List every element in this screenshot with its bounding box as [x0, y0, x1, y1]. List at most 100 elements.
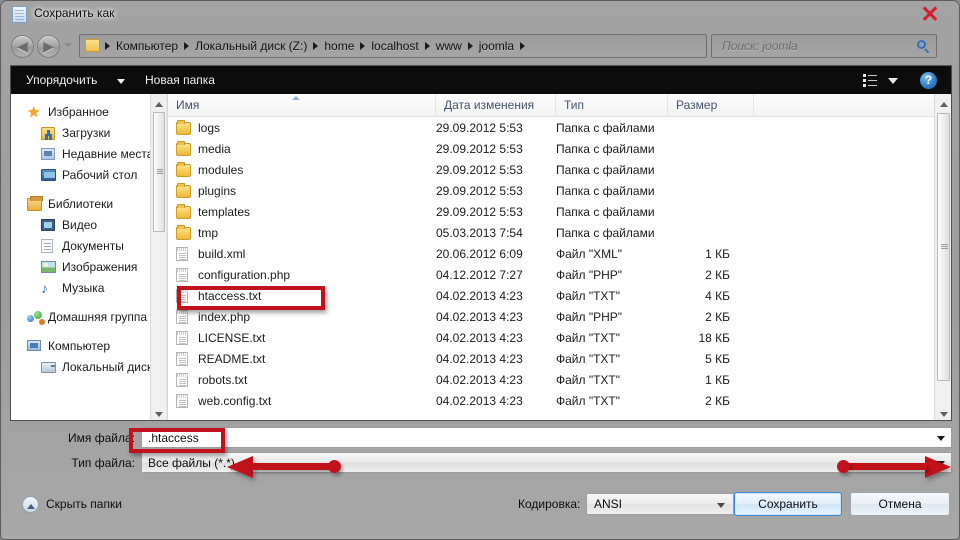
back-button[interactable]: ◀ — [11, 35, 34, 58]
sort-ascending-icon — [292, 96, 300, 100]
sidebar-item-pictures[interactable]: Изображения — [11, 257, 166, 278]
scroll-down-icon[interactable] — [935, 404, 951, 420]
column-header-size[interactable]: Размер — [668, 94, 754, 117]
chevron-down-icon[interactable] — [717, 503, 725, 508]
cell-date: 04.02.2013 4:23 — [436, 310, 523, 324]
column-header-date[interactable]: Дата изменения — [436, 94, 556, 117]
close-icon[interactable]: ✕ — [918, 1, 942, 27]
filetype-value: Все файлы (*.*) — [148, 456, 235, 470]
breadcrumb-separator-icon — [184, 42, 190, 50]
table-row[interactable]: plugins 29.09.2012 5:53 Папка с файлами — [168, 181, 951, 202]
libraries-icon — [27, 196, 43, 211]
cell-type: Папка с файлами — [556, 121, 655, 135]
filetype-select[interactable]: Все файлы (*.*) — [141, 452, 952, 473]
table-row[interactable]: modules 29.09.2012 5:53 Папка с файлами — [168, 160, 951, 181]
scroll-up-icon[interactable] — [151, 94, 166, 110]
file-icon — [176, 331, 189, 345]
encoding-label: Кодировка: — [518, 497, 581, 511]
sidebar-item-desktop[interactable]: Рабочий стол — [11, 165, 166, 186]
breadcrumb-item-localhost[interactable]: localhost — [366, 39, 423, 53]
navigation-pane: ★ Избранное Загрузки Недавние места Рабо… — [11, 94, 166, 420]
cell-name: web.config.txt — [198, 394, 272, 408]
dialog-body: ★ Избранное Загрузки Недавние места Рабо… — [10, 94, 952, 421]
filename-input[interactable]: .htaccess — [141, 427, 952, 448]
chevron-up-circle-icon — [22, 496, 39, 513]
recent-locations-chevron-down-icon[interactable] — [64, 43, 72, 47]
computer-icon — [27, 340, 41, 351]
table-row[interactable]: media 29.09.2012 5:53 Папка с файлами — [168, 139, 951, 160]
table-row[interactable]: templates 29.09.2012 5:53 Папка с файлами — [168, 202, 951, 223]
chevron-down-icon[interactable] — [937, 436, 945, 441]
table-row[interactable]: htaccess.txt 04.02.2013 4:23 Файл "TXT" 4 К… — [168, 286, 951, 307]
file-list-scrollbar[interactable] — [934, 94, 951, 420]
breadcrumb-item-www[interactable]: www — [431, 39, 467, 53]
list-view-icon[interactable] — [863, 74, 879, 88]
chevron-down-icon[interactable] — [117, 79, 125, 84]
sidebar-item-computer[interactable]: Компьютер — [11, 336, 166, 357]
sidebar-item-documents[interactable]: Документы — [11, 236, 166, 257]
column-header-type[interactable]: Тип — [556, 94, 668, 117]
scrollbar-thumb[interactable] — [937, 113, 950, 381]
table-row[interactable]: configuration.php 04.12.2012 7:27 Файл "PH… — [168, 265, 951, 286]
organize-button[interactable]: Упорядочить — [26, 73, 97, 87]
table-row[interactable]: index.php 04.02.2013 4:23 Файл "PHP" 2 КБ — [168, 307, 951, 328]
scrollbar-thumb[interactable] — [153, 112, 165, 232]
sidebar-item-music[interactable]: ♪ Музыка — [11, 278, 166, 299]
sidebar-item-recent-places[interactable]: Недавние места — [11, 144, 166, 165]
sidebar-item-local-disk[interactable]: Локальный диск — [11, 357, 166, 378]
table-row[interactable]: README.txt 04.02.2013 4:23 Файл "TXT" 5 КБ — [168, 349, 951, 370]
dialog-fields: Имя файла: .htaccess Тип файла: Все файл… — [10, 425, 952, 531]
cell-date: 20.06.2012 6:09 — [436, 247, 523, 261]
scroll-down-icon[interactable] — [151, 404, 166, 420]
breadcrumb-item-computer[interactable]: Компьютер — [111, 39, 183, 53]
cell-name: logs — [198, 121, 221, 135]
column-header-name[interactable]: Имя — [168, 94, 436, 117]
cell-name: modules — [198, 163, 244, 177]
breadcrumb-item-local-disk[interactable]: Локальный диск (Z:) — [190, 39, 312, 53]
sidebar-item-favorites[interactable]: ★ Избранное — [11, 102, 166, 123]
chevron-down-icon[interactable] — [937, 461, 945, 466]
cell-date: 29.09.2012 5:53 — [436, 184, 523, 198]
breadcrumb-item-home[interactable]: home — [319, 39, 359, 53]
forward-button[interactable]: ▶ — [37, 35, 60, 58]
cancel-button[interactable]: Отмена — [850, 492, 950, 516]
search-input[interactable]: Поиск: joomla — [711, 34, 937, 58]
cell-date: 05.03.2013 7:54 — [436, 226, 523, 240]
sidebar-item-video[interactable]: Видео — [11, 215, 166, 236]
scroll-up-icon[interactable] — [935, 94, 951, 110]
sidebar-item-homegroup[interactable]: Домашняя группа — [11, 307, 166, 328]
encoding-select[interactable]: ANSI — [586, 493, 734, 515]
table-row[interactable]: logs 29.09.2012 5:53 Папка с файлами — [168, 118, 951, 139]
breadcrumb-separator-icon — [105, 42, 110, 50]
cell-name: LICENSE.txt — [198, 331, 266, 345]
file-icon — [176, 247, 189, 261]
table-row[interactable]: robots.txt 04.02.2013 4:23 Файл "TXT" 1 КБ — [168, 370, 951, 391]
cell-size — [668, 181, 730, 202]
breadcrumb-separator-icon — [424, 42, 430, 50]
table-row[interactable]: web.config.txt 04.02.2013 4:23 Файл "TXT" 2… — [168, 391, 951, 412]
cell-type: Файл "TXT" — [556, 331, 621, 345]
save-button[interactable]: Сохранить — [734, 492, 842, 516]
file-icon — [176, 310, 189, 324]
help-icon[interactable]: ? — [920, 72, 937, 89]
breadcrumb-separator-icon — [520, 42, 526, 50]
sidebar-item-downloads[interactable]: Загрузки — [11, 123, 166, 144]
file-icon — [176, 352, 189, 366]
breadcrumb-item-joomla[interactable]: joomla — [474, 39, 519, 53]
view-chevron-down-icon[interactable] — [888, 78, 898, 84]
recent-places-icon — [41, 148, 55, 160]
cell-type: Файл "XML" — [556, 247, 623, 261]
folder-icon — [176, 183, 191, 198]
cell-date: 29.09.2012 5:53 — [436, 205, 523, 219]
table-row[interactable]: LICENSE.txt 04.02.2013 4:23 Файл "TXT" 18 К… — [168, 328, 951, 349]
sidebar-item-libraries[interactable]: Библиотеки — [11, 194, 166, 215]
table-row[interactable]: tmp 05.03.2013 7:54 Папка с файлами — [168, 223, 951, 244]
file-icon — [176, 394, 189, 408]
new-folder-button[interactable]: Новая папка — [145, 73, 215, 87]
table-row[interactable]: build.xml 20.06.2012 6:09 Файл "XML" 1 КБ — [168, 244, 951, 265]
nav-group-favorites: ★ Избранное Загрузки Недавние места Рабо… — [11, 102, 166, 186]
breadcrumb: Компьютер Локальный диск (Z:) home local… — [104, 35, 526, 57]
address-path-field[interactable]: Компьютер Локальный диск (Z:) home local… — [79, 34, 707, 58]
sidebar-scrollbar[interactable] — [150, 94, 166, 420]
filename-value: .htaccess — [148, 431, 199, 445]
